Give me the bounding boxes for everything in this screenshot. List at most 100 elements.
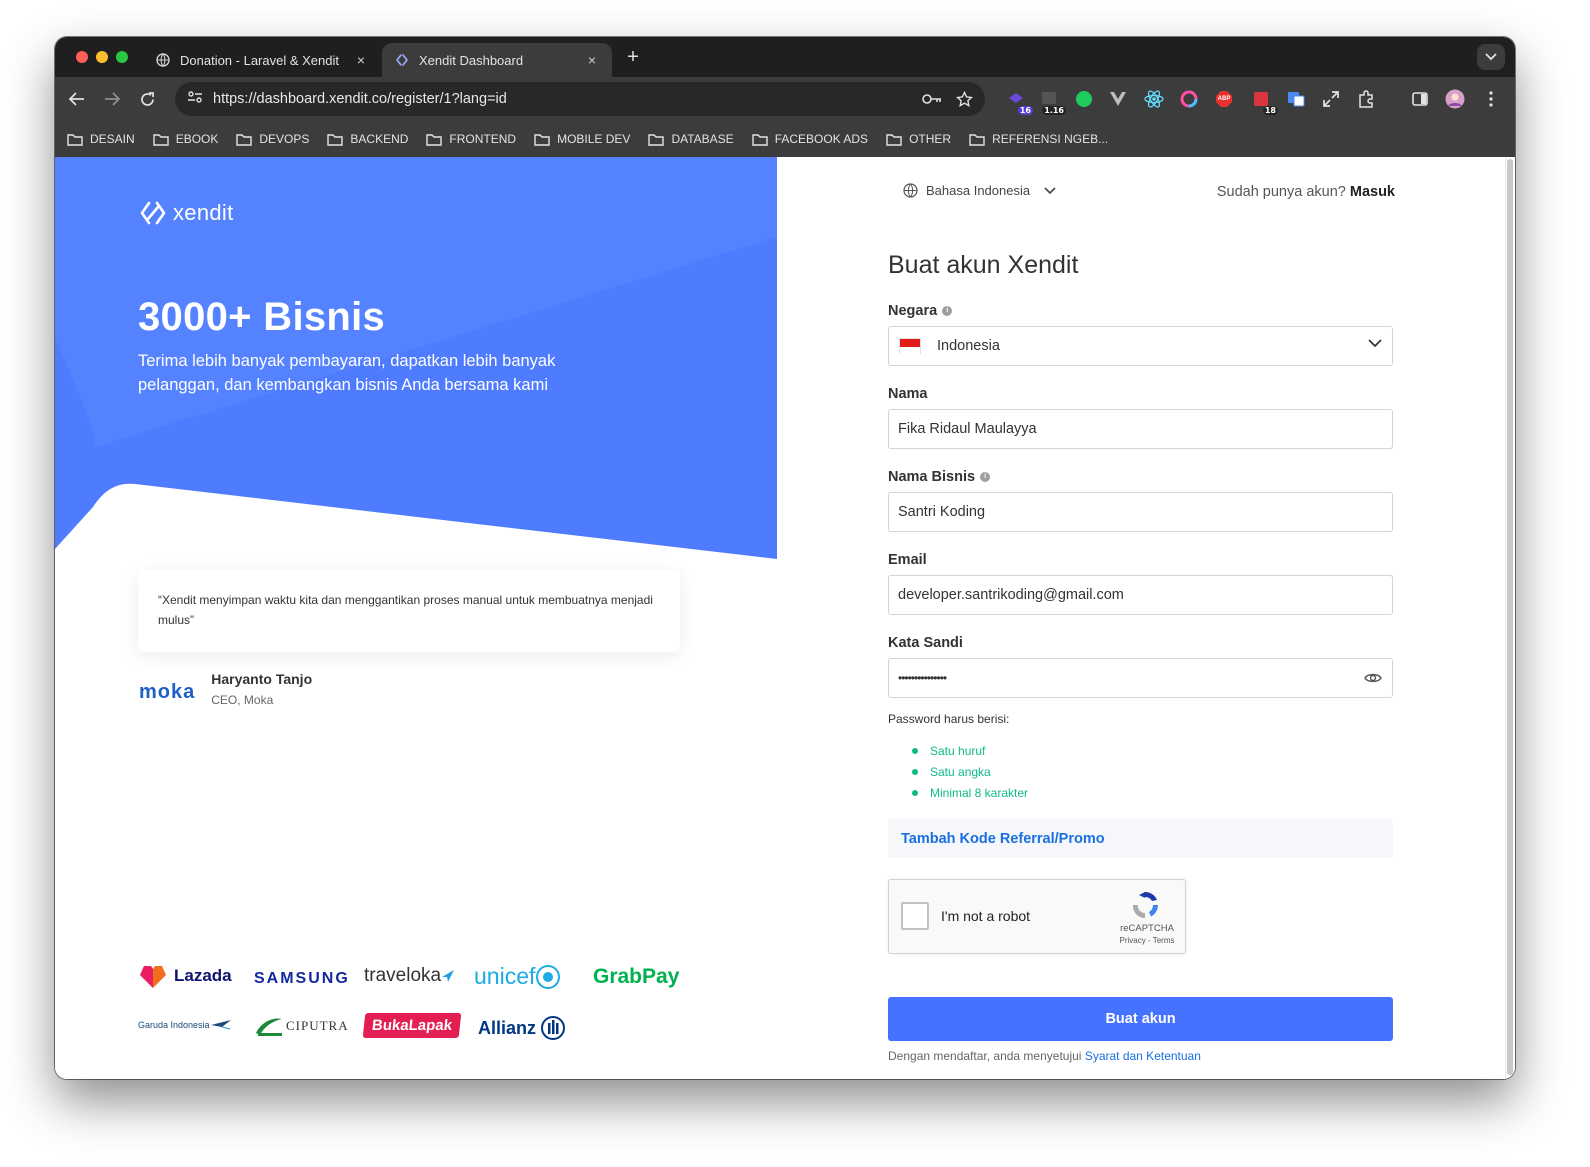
browser-window: Donation - Laravel & Xendit × Xendit Das…: [55, 37, 1515, 1079]
globe-icon: [903, 183, 918, 198]
recaptcha-privacy-terms[interactable]: Privacy - Terms: [1117, 936, 1177, 945]
allianz-logo: Allianz: [478, 1015, 566, 1041]
folder-icon: [648, 133, 665, 146]
folder-icon: [751, 133, 768, 146]
browser-menu-icon[interactable]: [1480, 88, 1502, 110]
bookmark-folder[interactable]: FACEBOOK ADS: [751, 132, 868, 146]
green-dot-extension-icon[interactable]: [1073, 88, 1095, 110]
grabpay-logo: GrabPay: [593, 965, 680, 988]
lazada-logo: Lazada: [138, 963, 232, 989]
terms-link[interactable]: Syarat dan Ketentuan: [1085, 1049, 1201, 1063]
password-label: Kata Sandi: [888, 635, 963, 651]
expand-icon[interactable]: [1320, 88, 1342, 110]
hero-subtitle: Terima lebih banyak pembayaran, dapatkan…: [138, 352, 556, 394]
tab-donation[interactable]: Donation - Laravel & Xendit ×: [143, 43, 381, 77]
globe-icon: [155, 52, 171, 68]
extension-icon[interactable]: 1.16: [1038, 88, 1066, 115]
vue-devtools-icon[interactable]: [1107, 88, 1129, 110]
site-settings-icon[interactable]: [187, 90, 203, 109]
color-picker-icon[interactable]: [1178, 88, 1200, 110]
bookmark-folder[interactable]: REFERENSI NGEB...: [969, 132, 1108, 146]
country-select[interactable]: Indonesia: [888, 326, 1393, 366]
allianz-emblem-icon: [541, 1016, 566, 1040]
password-key-icon[interactable]: [921, 88, 943, 110]
password-input[interactable]: •••••••••••••••: [888, 658, 1393, 698]
address-bar[interactable]: https://dashboard.xendit.co/register/1?l…: [175, 82, 985, 116]
email-label: Email: [888, 552, 927, 568]
ciputra-swirl-icon: [256, 1018, 282, 1036]
bookmark-folder[interactable]: EBOOK: [152, 132, 218, 146]
profile-avatar-icon[interactable]: [1444, 88, 1466, 110]
browser-toolbar: https://dashboard.xendit.co/register/1?l…: [55, 77, 1515, 121]
name-input[interactable]: Fika Ridaul Maulayya: [888, 409, 1393, 449]
marketing-panel: xendit 3000+ Bisnis Terima lebih banyak …: [55, 157, 777, 1079]
folder-icon: [152, 133, 169, 146]
back-button[interactable]: [65, 87, 89, 111]
email-input[interactable]: developer.santrikoding@gmail.com: [888, 575, 1393, 615]
xendit-favicon-icon: [394, 52, 410, 68]
xendit-logo-icon: [140, 201, 166, 225]
reload-icon: [140, 91, 154, 106]
react-devtools-icon[interactable]: [1143, 88, 1165, 110]
register-panel: Bahasa Indonesia Sudah punya akun? Masuk…: [777, 157, 1515, 1079]
create-account-button[interactable]: Buat akun: [888, 997, 1393, 1041]
extensions-puzzle-icon[interactable]: [1355, 88, 1377, 110]
folder-icon: [327, 133, 344, 146]
bookmark-folder[interactable]: FRONTEND: [426, 132, 516, 146]
bookmark-folder[interactable]: DATABASE: [648, 132, 734, 146]
info-icon[interactable]: i: [942, 306, 953, 316]
referral-promo-toggle[interactable]: Tambah Kode Referral/Promo: [888, 819, 1393, 858]
reload-button[interactable]: [135, 87, 159, 111]
folder-icon: [534, 133, 550, 146]
form-title: Buat akun Xendit: [888, 251, 1079, 279]
page-scrollbar[interactable]: [1505, 157, 1515, 1079]
arrow-right-icon: [105, 92, 120, 106]
bookmark-folder[interactable]: DEVOPS: [236, 132, 309, 146]
recaptcha-icon: [1132, 892, 1158, 919]
bookmark-folder[interactable]: BACKEND: [327, 132, 408, 146]
bookmark-star-icon[interactable]: [953, 88, 975, 110]
close-tab-icon[interactable]: ×: [584, 52, 600, 68]
recaptcha-brand: reCAPTCHA: [1120, 923, 1174, 934]
translate-icon[interactable]: [1285, 88, 1307, 110]
close-window-button[interactable]: [76, 51, 88, 63]
password-rule: Satu angka: [912, 761, 1028, 782]
language-selector[interactable]: Bahasa Indonesia: [903, 183, 1064, 198]
chevron-down-icon: [1044, 186, 1056, 194]
minimize-window-button[interactable]: [96, 51, 108, 63]
forward-button[interactable]: [100, 87, 124, 111]
tab-search-button[interactable]: [1477, 44, 1505, 70]
url-text[interactable]: https://dashboard.xendit.co/register/1?l…: [213, 91, 921, 107]
login-prompt: Sudah punya akun? Masuk: [1216, 184, 1395, 200]
page-content: xendit 3000+ Bisnis Terima lebih banyak …: [55, 157, 1515, 1079]
info-icon[interactable]: i: [980, 472, 991, 482]
testimonial-name: Haryanto Tanjo: [211, 671, 313, 687]
unicef-globe-icon: [536, 964, 561, 989]
bookmark-folder[interactable]: OTHER: [886, 132, 951, 146]
login-link[interactable]: Masuk: [1350, 184, 1395, 200]
garuda-bird-icon: [210, 1020, 231, 1030]
bookmark-folder[interactable]: MOBILE DEV: [534, 132, 630, 146]
folder-icon: [67, 133, 83, 146]
extension-icon[interactable]: 16: [1005, 88, 1033, 115]
side-panel-icon[interactable]: [1409, 88, 1431, 110]
close-tab-icon[interactable]: ×: [353, 52, 369, 68]
eye-icon[interactable]: [1364, 671, 1382, 685]
folder-icon: [969, 133, 985, 146]
maximize-window-button[interactable]: [116, 51, 128, 63]
recaptcha-checkbox[interactable]: [901, 902, 929, 930]
folder-icon: [426, 133, 443, 146]
bookmarks-bar: DESAIN EBOOK DEVOPS BACKEND FRONTEND MOB…: [55, 121, 1515, 157]
recaptcha-widget: I'm not a robot reCAPTCHA Privacy - Term…: [888, 879, 1186, 954]
tab-bar: Donation - Laravel & Xendit × Xendit Das…: [55, 37, 1515, 77]
bookmark-folder[interactable]: DESAIN: [67, 132, 135, 146]
adblock-plus-icon[interactable]: ABP: [1213, 88, 1235, 110]
business-name-input[interactable]: Santri Koding: [888, 492, 1393, 532]
scrollbar-thumb[interactable]: [1507, 159, 1513, 1075]
calendar-extension-icon[interactable]: 18: [1250, 88, 1278, 115]
tab-xendit-dashboard[interactable]: Xendit Dashboard ×: [382, 43, 612, 77]
traveloka-bird-icon: [442, 970, 455, 982]
tab-title: Donation - Laravel & Xendit: [180, 52, 339, 68]
chevron-down-icon: [1485, 53, 1497, 61]
new-tab-button[interactable]: +: [621, 46, 645, 70]
